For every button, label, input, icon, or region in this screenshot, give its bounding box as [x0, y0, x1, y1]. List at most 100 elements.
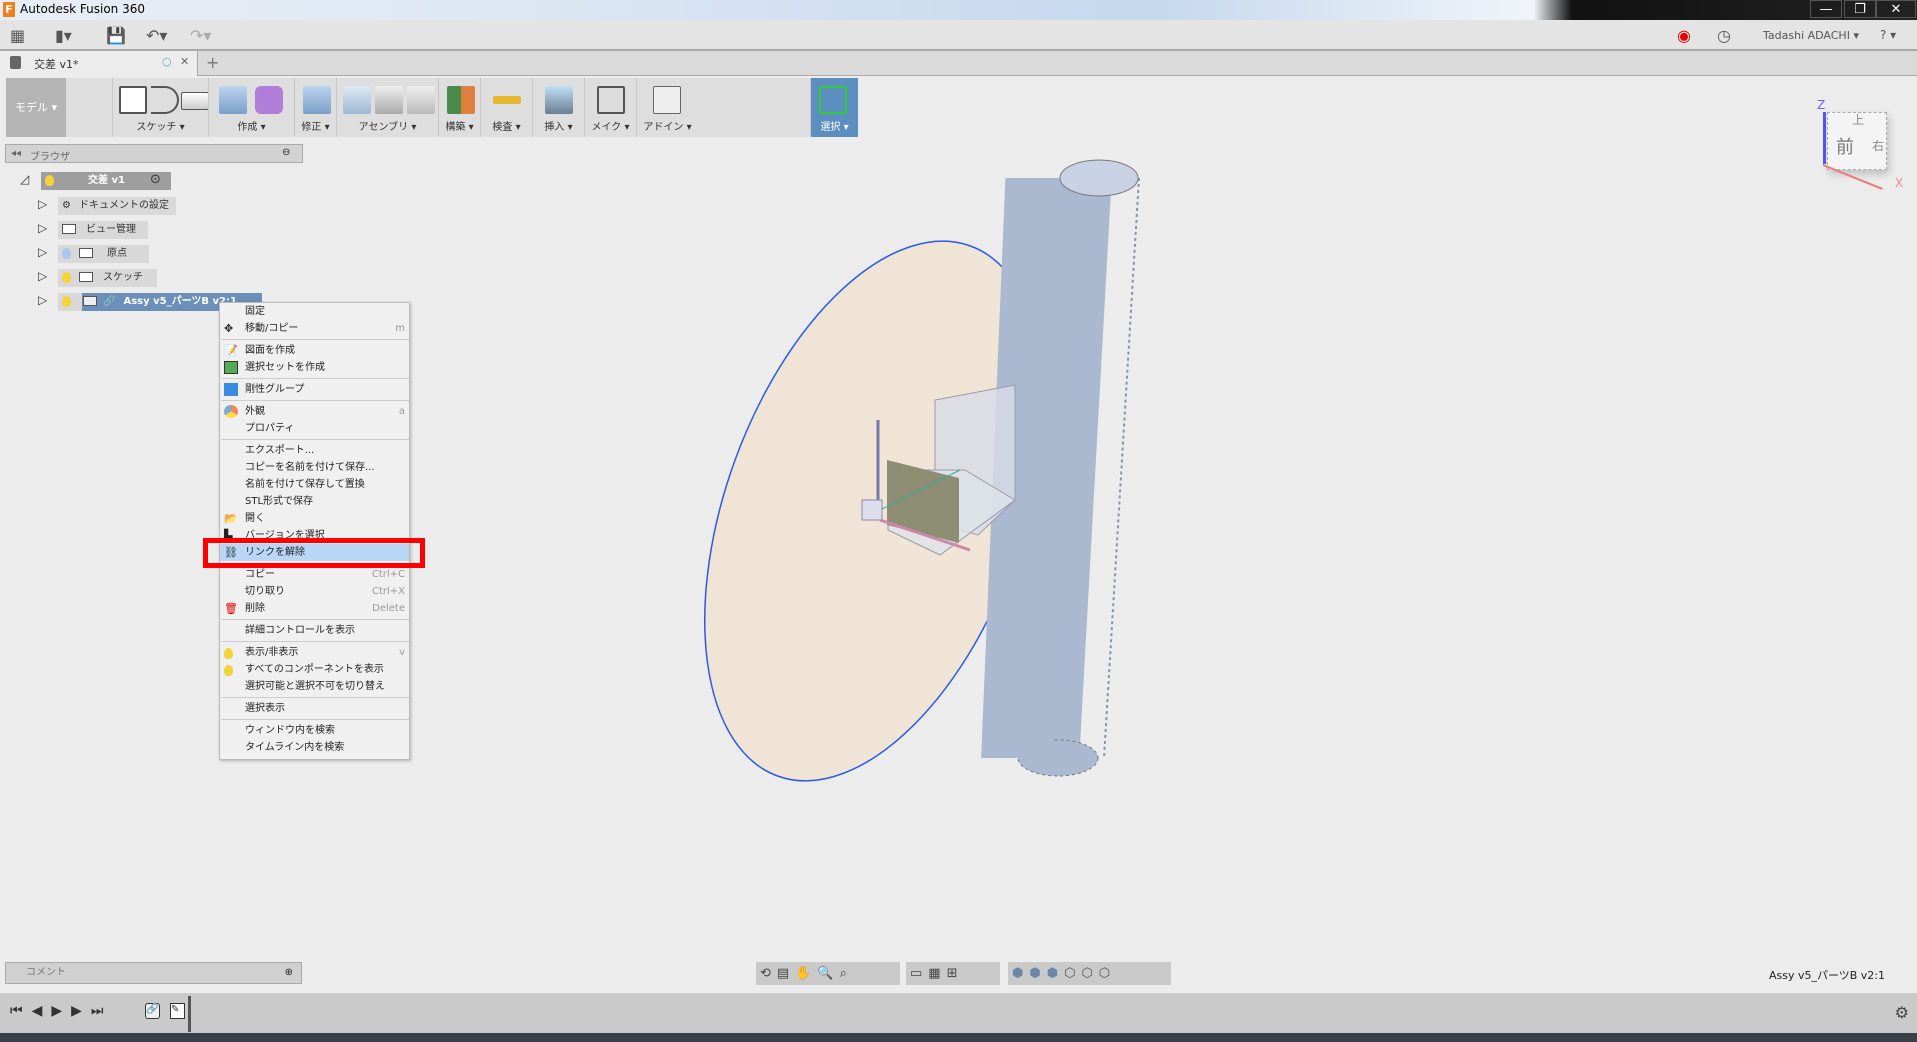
menu-item-appearance[interactable]: 外観 a [220, 403, 409, 420]
form-icon[interactable] [255, 86, 283, 114]
orbit-icon[interactable]: ⟲ [760, 966, 777, 981]
visibility-bulb-icon[interactable] [62, 247, 71, 259]
construct-group[interactable]: 構築 ▾ [438, 78, 480, 137]
3d-print-icon[interactable] [597, 86, 625, 114]
menu-item-capture-position[interactable]: 固定 [220, 303, 409, 320]
make-group[interactable]: メイク ▾ [584, 78, 636, 137]
tree-item-document-settings[interactable]: ⚙ ドキュメントの設定 [58, 197, 176, 215]
comments-panel[interactable]: コメント ⊕ [5, 962, 302, 984]
create-sketch-icon[interactable] [119, 86, 147, 114]
visibility-bulb-icon[interactable] [45, 174, 54, 186]
face-filter-icon[interactable]: ⬢ [1029, 966, 1046, 981]
menu-item-export[interactable]: エクスポート... [220, 442, 409, 459]
close-window-button[interactable]: ✕ [1876, 0, 1916, 18]
viewcube-box[interactable]: 上 前 右 [1827, 112, 1887, 170]
viewcube-top-face[interactable]: 上 [1852, 111, 1864, 128]
browser-panel-header[interactable]: ◂◂ ブラウザ ⊖ [5, 144, 303, 163]
sketch-group[interactable]: スケッチ ▾ [112, 78, 209, 137]
body-filter-icon[interactable]: ⬢ [1012, 966, 1029, 981]
timeline-sketch-feature-icon[interactable]: ✎ [170, 1003, 185, 1019]
menu-item-save-copy-as[interactable]: コピーを名前を付けて保存... [220, 459, 409, 476]
select-icon[interactable] [819, 86, 847, 114]
tree-item-sketches[interactable]: スケッチ [58, 269, 157, 287]
timeline-playback-controls[interactable]: ⏮◀▶▶⏭ [10, 1003, 113, 1019]
scripts-icon[interactable] [653, 86, 681, 114]
menu-item-open[interactable]: 📂 開く [220, 510, 409, 527]
3d-viewport-canvas[interactable] [680, 140, 1140, 820]
inspect-group[interactable]: 検査 ▾ [480, 78, 532, 137]
assemble-group[interactable]: アセンブリ ▾ [336, 78, 438, 137]
pan-icon[interactable]: ✋ [795, 966, 817, 981]
menu-item-create-selection-set[interactable]: 選択セットを作成 [220, 359, 409, 376]
menu-item-show-hide[interactable]: 表示/非表示 v [220, 644, 409, 661]
wire-filter-icon[interactable]: ⬡ [1064, 966, 1081, 981]
timeline-settings-gear-icon[interactable]: ⚙ [1895, 1003, 1909, 1022]
viewcube[interactable]: Z 上 前 右 X [1815, 98, 1907, 190]
display-settings-icon[interactable]: ▭ [910, 966, 928, 981]
job-status-clock-icon[interactable]: ◷ [1717, 26, 1731, 45]
look-at-icon[interactable]: ▤ [777, 966, 795, 981]
hidden-filter-icon[interactable]: ⬡ [1081, 966, 1098, 981]
menu-item-copy[interactable]: コピー Ctrl+C [220, 566, 409, 583]
arc-icon[interactable] [151, 86, 179, 114]
measure-icon[interactable] [493, 96, 521, 104]
menu-item-rigid-group[interactable]: 剛性グループ [220, 381, 409, 398]
timeline-marker[interactable] [188, 996, 191, 1032]
timeline-link-feature-icon[interactable]: 🔗 [145, 1003, 160, 1019]
collapse-triangle-icon[interactable]: ◿ [20, 172, 29, 186]
user-menu[interactable]: Tadashi ADACHI ▾ [1763, 29, 1859, 42]
file-menu-icon[interactable]: ▮▾ [55, 26, 72, 45]
collapse-browser-icon[interactable]: ◂◂ [11, 148, 21, 159]
menu-item-delete[interactable]: 🗑 削除 Delete [220, 600, 409, 617]
minimize-button[interactable]: — [1810, 0, 1842, 18]
menu-item-cut[interactable]: 切り取り Ctrl+X [220, 583, 409, 600]
cylinder-top-face[interactable] [1059, 159, 1139, 197]
grid-icon[interactable]: ▦ [928, 966, 946, 981]
browser-pin-icon[interactable]: ⊖ [282, 147, 290, 158]
addins-group[interactable]: アドイン ▾ [636, 78, 698, 137]
extrude-icon[interactable] [219, 86, 247, 114]
modify-group[interactable]: 修正 ▾ [294, 78, 336, 137]
help-menu[interactable]: ? ▾ [1880, 28, 1896, 42]
data-panel-grid-icon[interactable]: ▦ [10, 26, 25, 45]
menu-item-toggle-selectable[interactable]: 選択可能と選択不可を切り替え [220, 678, 409, 695]
menu-item-move-copy[interactable]: ✥ 移動/コピー m [220, 320, 409, 337]
record-icon[interactable]: ◉ [1677, 26, 1691, 45]
viewcube-right-face[interactable]: 右 [1872, 137, 1884, 154]
menu-item-create-drawing[interactable]: 📝 図面を作成 [220, 342, 409, 359]
menu-item-show-detail-controls[interactable]: 詳細コントロールを表示 [220, 622, 409, 639]
cube-filter-icon[interactable]: ⬡ [1099, 966, 1116, 981]
motion-link-icon[interactable] [407, 86, 435, 114]
menu-item-show-all-components[interactable]: すべてのコンポーネントを表示 [220, 661, 409, 678]
document-tab[interactable]: 交差 v1* ○ ✕ [0, 51, 198, 76]
insert-image-icon[interactable] [545, 86, 573, 114]
tree-item-named-views[interactable]: ビュー管理 [58, 221, 148, 239]
expand-triangle-icon[interactable]: ▷ [38, 221, 47, 235]
save-icon[interactable]: 💾 [106, 26, 126, 45]
workspace-switcher[interactable]: モデル ▾ [6, 78, 66, 137]
undo-icon[interactable]: ↶▾ [146, 26, 167, 45]
zoom-icon[interactable]: 🔍 [817, 966, 839, 981]
close-tab-button[interactable]: ✕ [180, 55, 189, 68]
rectangle-icon[interactable] [181, 92, 209, 110]
expand-triangle-icon[interactable]: ▷ [38, 293, 47, 307]
select-group[interactable]: 選択 ▾ [810, 78, 858, 137]
comments-expand-icon[interactable]: ⊕ [285, 963, 293, 983]
menu-item-find-in-timeline[interactable]: タイムライン内を検索 [220, 739, 409, 756]
edge-filter-icon[interactable]: ⬢ [1047, 966, 1064, 981]
redo-icon[interactable]: ↷▾ [190, 26, 211, 45]
menu-item-save-as-replace[interactable]: 名前を付けて保存して置換 [220, 476, 409, 493]
create-group[interactable]: 作成 ▾ [208, 78, 294, 137]
menu-item-properties[interactable]: プロパティ [220, 420, 409, 437]
new-tab-button[interactable]: + [206, 53, 219, 72]
viewports-icon[interactable]: ⊞ [947, 966, 964, 981]
activate-radio-icon[interactable]: ⊙ [150, 172, 161, 187]
press-pull-icon[interactable] [303, 86, 331, 114]
offset-plane-icon[interactable] [447, 86, 475, 114]
tree-item-origin[interactable]: 原点 [58, 245, 149, 263]
fit-icon[interactable]: ⌕ [840, 966, 853, 981]
expand-triangle-icon[interactable]: ▷ [38, 197, 47, 211]
new-component-icon[interactable] [343, 86, 371, 114]
expand-triangle-icon[interactable]: ▷ [38, 245, 47, 259]
restore-button[interactable]: ❐ [1844, 0, 1876, 18]
